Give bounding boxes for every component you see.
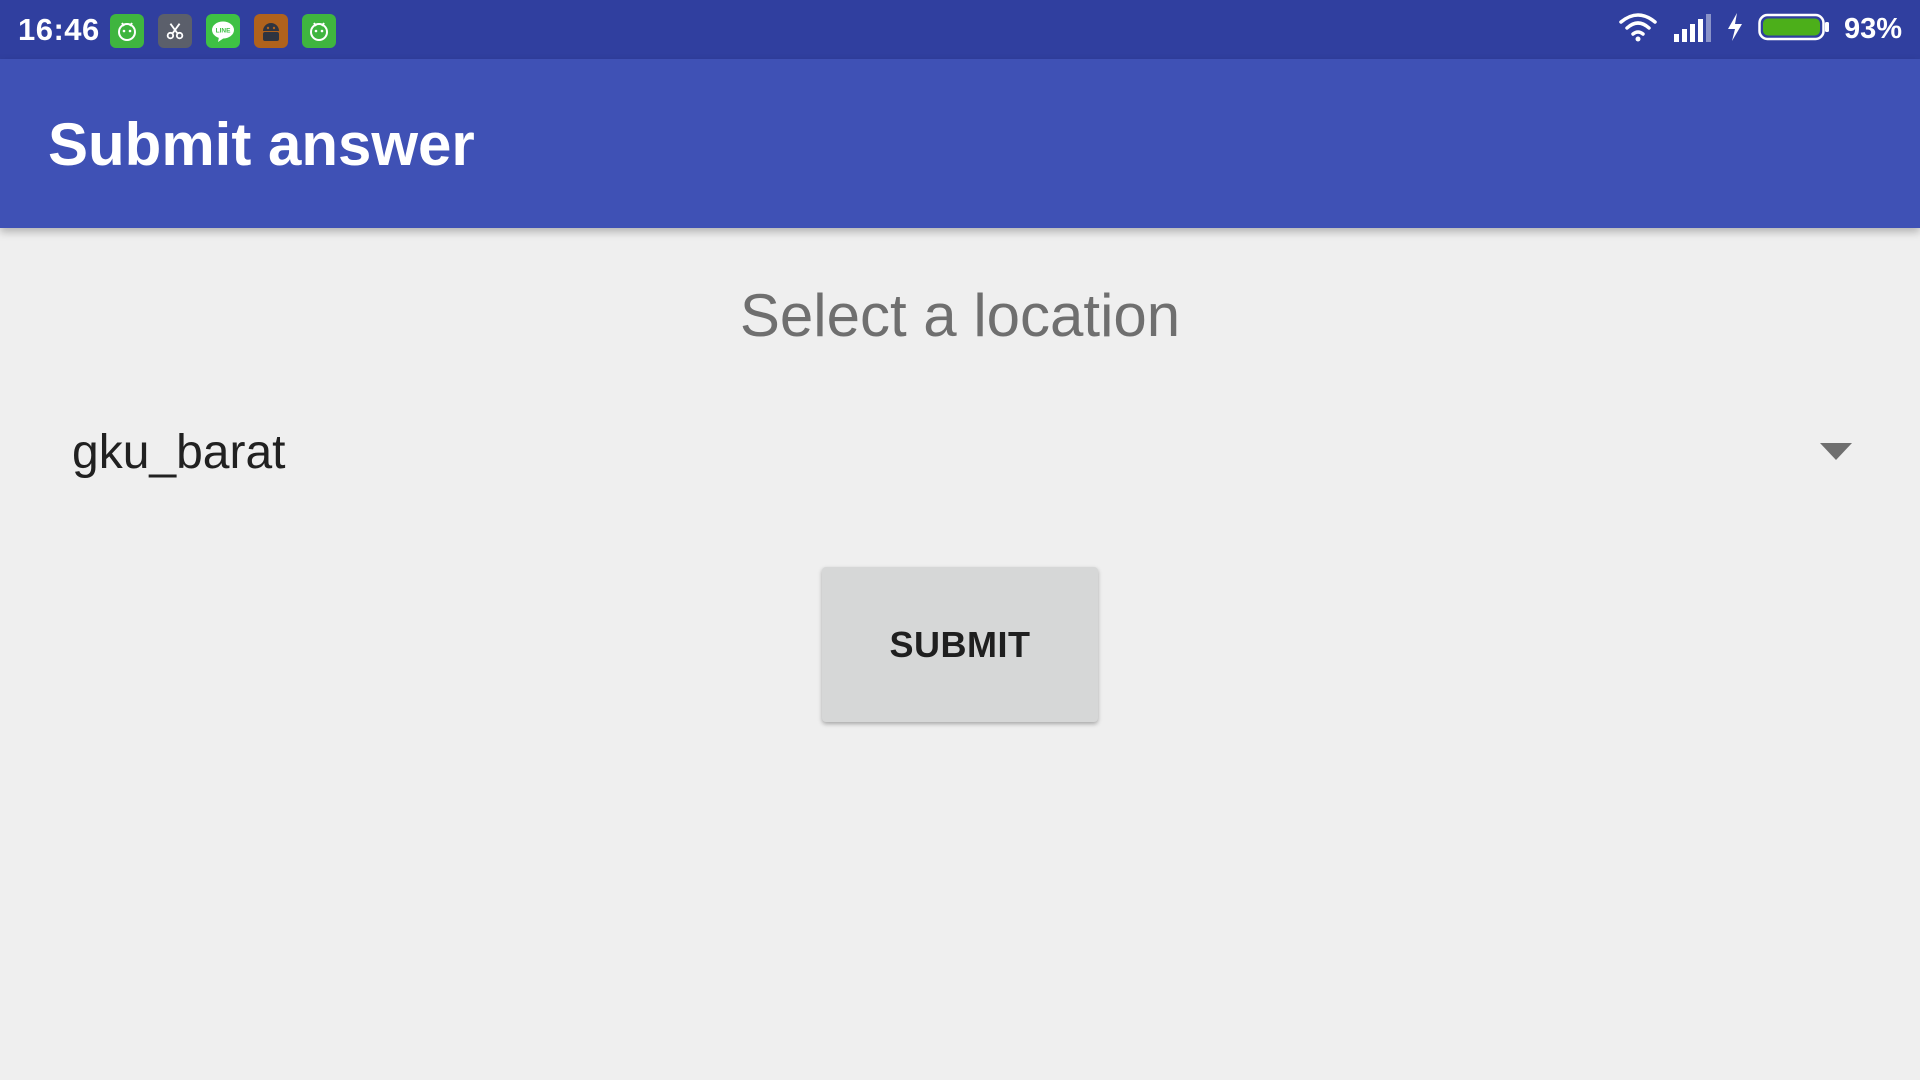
battery-percent: 93% bbox=[1843, 13, 1902, 45]
submit-button[interactable]: SUBMIT bbox=[822, 567, 1098, 722]
location-spinner-value: gku_barat bbox=[72, 426, 286, 479]
charging-icon bbox=[1726, 12, 1744, 47]
svg-text:LINE: LINE bbox=[216, 28, 231, 35]
signal-icon bbox=[1672, 12, 1712, 47]
select-location-label: Select a location bbox=[739, 282, 1181, 349]
status-right-group: 93% bbox=[1618, 0, 1902, 59]
screen: 16:46 LINE 93% Submit answer Select a lo… bbox=[0, 0, 1920, 1080]
battery-icon bbox=[1758, 12, 1830, 47]
line-icon: LINE bbox=[206, 14, 240, 48]
dropdown-arrow-icon bbox=[1820, 443, 1852, 460]
app-bar: Submit answer bbox=[0, 59, 1920, 228]
status-bar: 16:46 LINE 93% bbox=[0, 0, 1920, 59]
location-spinner[interactable]: gku_barat bbox=[48, 405, 1872, 505]
page-title: Submit answer bbox=[48, 111, 475, 178]
scissors-icon bbox=[158, 14, 192, 48]
status-time: 16:46 bbox=[18, 12, 100, 47]
android-icon bbox=[302, 14, 336, 48]
android-robot-icon bbox=[254, 14, 288, 48]
android-icon bbox=[110, 14, 144, 48]
wifi-icon bbox=[1618, 12, 1658, 47]
